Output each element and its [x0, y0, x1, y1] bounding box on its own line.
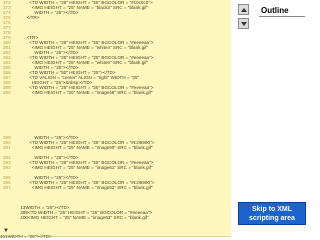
code-view: 372 <TD WIDTH = "25" HEIGHT = "25" BGCOL… [0, 0, 231, 237]
triangle-up-icon [241, 8, 247, 12]
code-line: 390 <IMG HEIGHT = "25" NAME = "image48" … [0, 90, 153, 96]
nav-down-button[interactable] [238, 18, 249, 29]
code-text: <IMG HEIGHT = "25" NAME = "image48" SRC … [19, 90, 153, 95]
code-line: 391 <IMG HEIGHT = "25" NAME = "image60" … [0, 145, 153, 151]
code-text: <IMG HEIGHT = "25" NAME = "image60" SRC … [19, 145, 153, 150]
code-text: <IMG HEIGHT = "25" NAME = "image61" SRC … [19, 165, 153, 170]
code-text: <IMG HEIGHT = "25" NAME = "image62" SRC … [19, 185, 153, 190]
outline-label: Outline [261, 6, 289, 15]
code-line: 400<IMG HEIGHT = "25" NAME = "image63" S… [0, 215, 149, 221]
triangle-down-icon [241, 22, 247, 26]
code-text: 400<IMG HEIGHT = "25" NAME = "image63" S… [19, 215, 149, 220]
code-line: 397 <IMG HEIGHT = "25" NAME = "image62" … [0, 185, 153, 191]
code-text: </TR> [19, 15, 40, 20]
nav-up-button[interactable] [238, 4, 249, 15]
outline-divider [259, 16, 305, 17]
code-line: 394 <IMG HEIGHT = "25" NAME = "image61" … [0, 165, 153, 171]
skip-to-xml-button[interactable]: Skip to XML scripting area [238, 202, 306, 225]
bottom-code-line: 401WIDTH = "25"></TD> [0, 234, 52, 239]
